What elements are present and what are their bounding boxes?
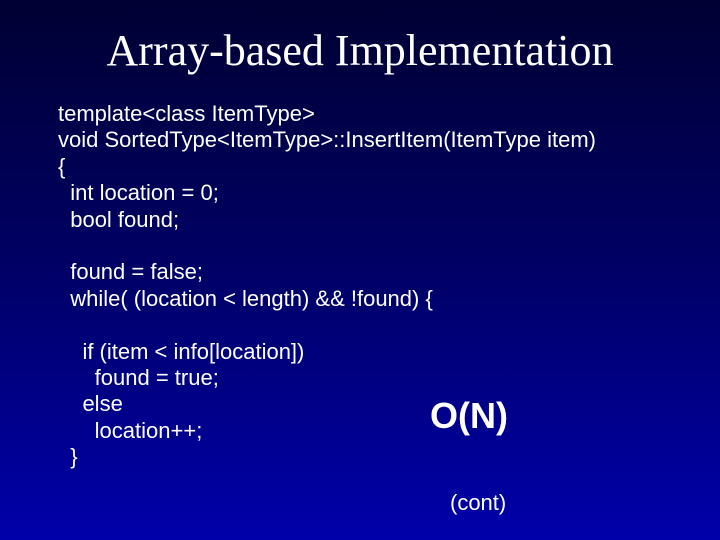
code-line: void SortedType<ItemType>::InsertItem(It… bbox=[58, 127, 596, 152]
code-line: location++; bbox=[58, 418, 202, 443]
code-line: template<class ItemType> bbox=[58, 101, 315, 126]
continuation-note: (cont) bbox=[450, 490, 506, 516]
complexity-annotation: O(N) bbox=[430, 395, 508, 437]
code-line: while( (location < length) && !found) { bbox=[58, 286, 433, 311]
code-line: { bbox=[58, 154, 65, 179]
code-block: template<class ItemType> void SortedType… bbox=[58, 101, 670, 470]
code-line: } bbox=[58, 444, 78, 469]
code-line: int location = 0; bbox=[58, 180, 219, 205]
code-line: if (item < info[location]) bbox=[58, 339, 304, 364]
slide-title: Array-based Implementation bbox=[50, 25, 670, 76]
code-line: bool found; bbox=[58, 207, 179, 232]
code-line: else bbox=[58, 391, 123, 416]
code-line: found = false; bbox=[58, 259, 203, 284]
code-line: found = true; bbox=[58, 365, 219, 390]
slide-container: Array-based Implementation template<clas… bbox=[0, 0, 720, 540]
